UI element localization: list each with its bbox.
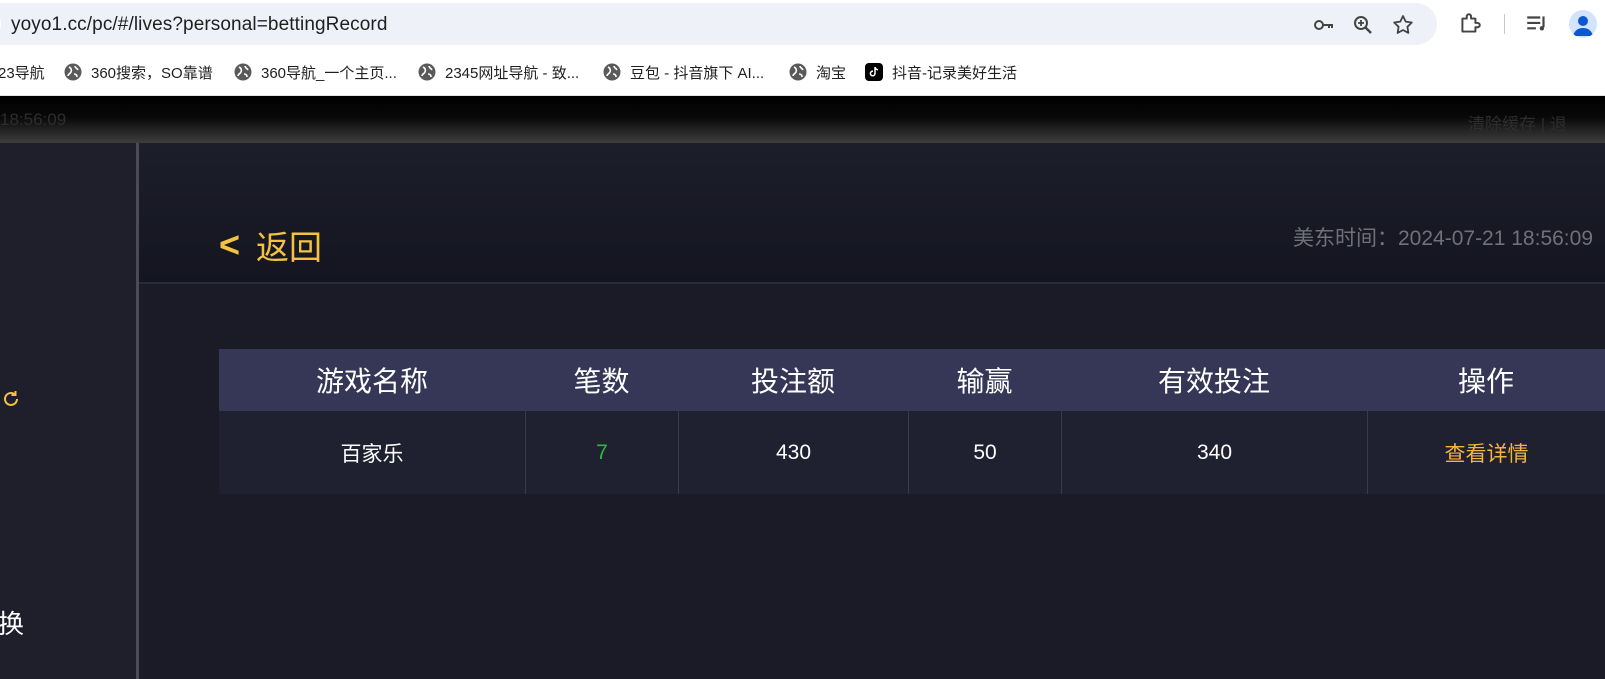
table-header: 游戏名称 笔数 投注额 输赢 有效投注 操作 (219, 349, 1605, 411)
address-bar[interactable]: 全 yoyo1.cc/pc/#/lives?personal=bettingRe… (0, 3, 1437, 45)
header-count: 笔数 (573, 366, 630, 397)
tiktok-icon (865, 63, 883, 81)
bookmark-item[interactable]: 360导航_一个主页... (234, 61, 397, 83)
bookmark-label: 360搜索，SO靠谱 (91, 64, 213, 82)
bookmark-label: 豆包 - 抖音旗下 AI... (630, 64, 765, 82)
bookmark-item[interactable]: 2345网址导航 - 致... (418, 61, 579, 83)
globe-icon (64, 63, 82, 81)
bookmark-item[interactable]: 23导航 (0, 61, 45, 83)
header-valid-bet: 有效投注 (1157, 366, 1270, 397)
zoom-icon[interactable] (1351, 13, 1375, 37)
bookmark-item[interactable]: 360搜索，SO靠谱 (64, 61, 213, 83)
globe-icon (234, 63, 252, 81)
bookmark-star-icon[interactable] (1391, 13, 1415, 37)
extensions-icon[interactable] (1457, 11, 1483, 37)
back-button[interactable]: < 返回 (219, 221, 322, 269)
site-header: 18:56:09 清除缓存 | 退 (0, 96, 1605, 143)
globe-icon (418, 63, 436, 81)
back-chevron-icon: < (219, 224, 241, 265)
url-text[interactable]: yoyo1.cc/pc/#/lives?personal=bettingReco… (11, 14, 388, 36)
switch-label[interactable]: 换 (0, 604, 24, 641)
betting-record-table: 游戏名称 笔数 投注额 输赢 有效投注 操作 百家乐 7 430 50 340 … (219, 349, 1605, 494)
password-key-icon[interactable] (1312, 13, 1336, 37)
cell-valid-bet: 340 (1061, 411, 1367, 494)
bookmark-item[interactable]: 抖音-记录美好生活 (865, 61, 1017, 83)
header-win-loss: 输赢 (956, 366, 1013, 397)
bookmark-item[interactable]: 淘宝 (789, 61, 846, 83)
cell-count: 7 (525, 411, 678, 494)
toolbar-divider (1504, 14, 1505, 34)
person-icon (1573, 16, 1593, 36)
globe-icon (603, 63, 621, 81)
bookmark-label: 360导航_一个主页... (261, 64, 397, 82)
cell-game-name: 百家乐 (340, 442, 404, 466)
globe-icon (789, 63, 807, 81)
bookmarks-bar: 23导航 360搜索，SO靠谱 360导航_一个主页... 2345网址导航 -… (0, 48, 1605, 96)
view-details-link[interactable]: 查看详情 (1367, 411, 1605, 494)
bookmark-label: 23导航 (0, 64, 45, 82)
us-eastern-time: 美东时间：2024-07-21 18:56:09 (1293, 227, 1593, 250)
table-row: 百家乐 7 430 50 340 查看详情 (219, 411, 1605, 494)
bookmark-label: 2345网址导航 - 致... (445, 64, 580, 82)
profile-avatar[interactable] (1569, 10, 1597, 38)
bookmark-item[interactable]: 豆包 - 抖音旗下 AI... (603, 61, 764, 83)
cell-win-loss: 50 (908, 411, 1061, 494)
media-controls-icon[interactable] (1524, 11, 1550, 37)
left-sidebar: 换 (0, 143, 139, 679)
cell-bet-amount: 430 (678, 411, 908, 494)
back-label: 返回 (256, 229, 323, 266)
page-header: < 返回 美东时间：2024-07-21 18:56:09 (139, 143, 1605, 284)
header-game-name: 游戏名称 (315, 366, 428, 397)
site-info-chip[interactable]: 全 (0, 11, 1, 38)
bookmark-label: 淘宝 (816, 64, 847, 82)
header-action: 操作 (1457, 366, 1514, 397)
bookmark-label: 抖音-记录美好生活 (892, 64, 1017, 82)
header-bet-amount: 投注额 (750, 366, 835, 397)
clear-cache-link[interactable]: 清除缓存 | 退 (1468, 110, 1567, 135)
refresh-icon[interactable] (0, 388, 22, 410)
browser-toolbar: 全 yoyo1.cc/pc/#/lives?personal=bettingRe… (0, 0, 1605, 48)
header-time: 18:56:09 (0, 110, 67, 129)
